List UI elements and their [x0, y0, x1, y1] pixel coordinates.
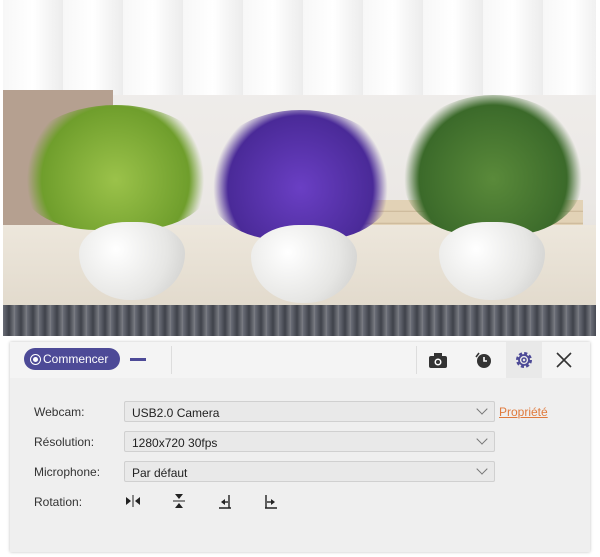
tablecloth	[3, 305, 596, 336]
webcam-recorder-panel: Commencer Webcam: USB2.0 Camera Propriét…	[10, 342, 590, 552]
dark-green-plant	[403, 95, 583, 235]
chevron-down-icon	[476, 433, 488, 445]
rotate-right-icon[interactable]	[262, 492, 280, 510]
property-link[interactable]: Propriété	[499, 405, 548, 419]
webcam-select[interactable]: USB2.0 Camera	[124, 401, 495, 422]
rotate-left-icon[interactable]	[216, 492, 234, 510]
resolution-label: Résolution:	[34, 435, 95, 449]
start-recording-button[interactable]: Commencer	[24, 348, 120, 370]
camera-snapshot-icon[interactable]	[427, 349, 449, 371]
microphone-label: Microphone:	[34, 465, 101, 479]
microphone-select[interactable]: Par défaut	[124, 461, 495, 482]
microphone-row: Microphone: Par défaut	[10, 461, 590, 483]
resolution-row: Résolution: 1280x720 30fps	[10, 431, 590, 453]
webcam-preview	[3, 0, 596, 336]
webcam-value: USB2.0 Camera	[132, 406, 220, 420]
settings-gear-icon[interactable]	[513, 349, 535, 371]
toolbar: Commencer	[10, 342, 590, 378]
microphone-value: Par défaut	[132, 466, 188, 480]
rotation-label: Rotation:	[34, 495, 83, 509]
chevron-down-icon	[476, 463, 488, 475]
flip-vertical-icon[interactable]	[170, 492, 188, 510]
flip-horizontal-icon[interactable]	[124, 492, 142, 510]
resolution-value: 1280x720 30fps	[132, 436, 218, 450]
rotation-row: Rotation:	[10, 491, 590, 513]
purple-plant	[208, 110, 393, 240]
record-icon	[30, 353, 41, 365]
curtain	[3, 0, 596, 95]
close-icon[interactable]	[553, 349, 575, 371]
divider	[416, 346, 417, 374]
minimize-button[interactable]	[130, 358, 146, 361]
webcam-row: Webcam: USB2.0 Camera Propriété	[10, 401, 590, 423]
green-plant	[18, 105, 213, 230]
start-label: Commencer	[43, 352, 109, 366]
resolution-select[interactable]: 1280x720 30fps	[124, 431, 495, 452]
chevron-down-icon	[476, 403, 488, 415]
divider	[171, 346, 172, 374]
timer-icon[interactable]	[472, 349, 494, 371]
webcam-label: Webcam:	[34, 405, 85, 419]
